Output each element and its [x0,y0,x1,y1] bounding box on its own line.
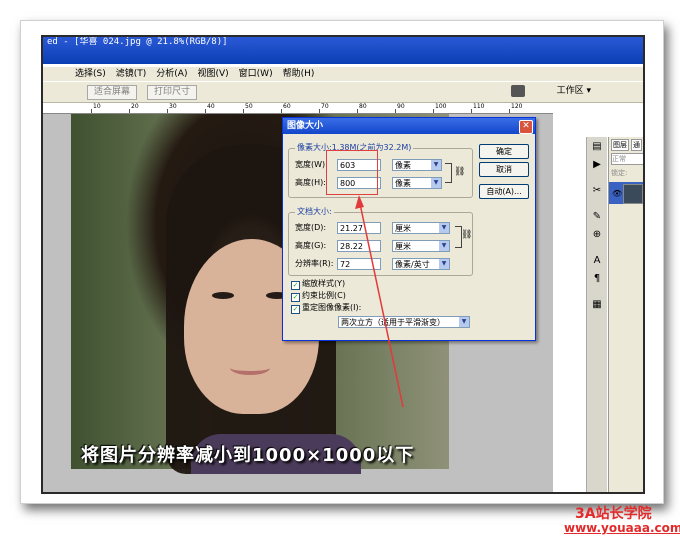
screenshot-frame: ed - [华喜 024.jpg @ 21.8%(RGB/8)] 选择(S) 滤… [41,35,645,494]
watermark-brand: 3A站长学院 [575,506,652,522]
watermark-url[interactable]: www.youaaa.com [564,521,680,535]
annotation-arrow [355,195,404,408]
